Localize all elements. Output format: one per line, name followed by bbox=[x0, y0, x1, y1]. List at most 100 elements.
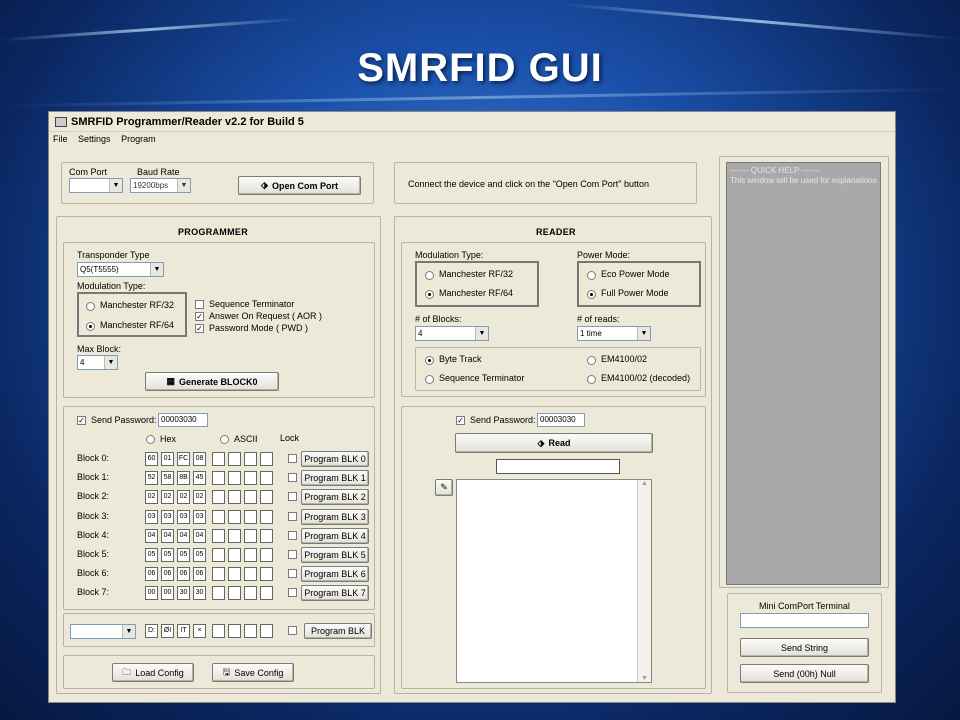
terminal-input[interactable] bbox=[740, 613, 869, 628]
lock-checkbox[interactable] bbox=[288, 569, 297, 579]
lock-checkbox[interactable] bbox=[288, 550, 297, 559]
block-ascii-byte[interactable] bbox=[244, 567, 257, 582]
menu-program[interactable]: Program bbox=[121, 134, 156, 144]
mod-rf32-radio[interactable] bbox=[86, 302, 95, 311]
program-block-button[interactable]: Program BLK 3 bbox=[301, 508, 369, 525]
send-string-button[interactable]: Send String bbox=[740, 638, 869, 657]
block-byte[interactable]: 52 bbox=[145, 471, 158, 486]
lock-checkbox[interactable] bbox=[288, 492, 297, 502]
block-byte[interactable]: 30 bbox=[193, 586, 206, 601]
block-ascii-byte[interactable] bbox=[228, 509, 241, 524]
reader-send-password-input[interactable]: 00003030 bbox=[537, 413, 585, 427]
block-ascii-byte[interactable] bbox=[260, 509, 273, 524]
block-ascii-byte[interactable] bbox=[228, 528, 241, 543]
program-block-button[interactable]: Program BLK 7 bbox=[301, 585, 369, 602]
num-blocks-select[interactable]: 4 ▼ bbox=[415, 326, 489, 341]
block-byte[interactable]: FC bbox=[177, 452, 190, 466]
custom-lock-byte[interactable] bbox=[244, 624, 257, 638]
block-ascii-byte[interactable] bbox=[212, 528, 225, 543]
block-ascii-byte[interactable] bbox=[244, 490, 257, 505]
program-block-button[interactable]: Program BLK 4 bbox=[301, 527, 369, 544]
block-byte[interactable]: 06 bbox=[145, 567, 158, 582]
block-ascii-byte[interactable] bbox=[244, 471, 257, 486]
block-ascii-byte[interactable] bbox=[212, 452, 225, 466]
block-ascii-byte[interactable] bbox=[228, 471, 241, 486]
custom-program-button[interactable]: Program BLK bbox=[304, 623, 372, 639]
block-byte[interactable]: 02 bbox=[177, 490, 190, 505]
block-byte[interactable]: 00 bbox=[145, 586, 158, 601]
generate-block0-button[interactable]: ▦ Generate BLOCK0 bbox=[145, 372, 279, 391]
eco-power-radio[interactable] bbox=[587, 271, 596, 280]
seq-terminator-radio[interactable] bbox=[425, 375, 434, 384]
lock-checkbox[interactable] bbox=[288, 588, 297, 598]
block-ascii-byte[interactable] bbox=[228, 567, 241, 582]
lock-checkbox[interactable] bbox=[288, 473, 297, 483]
block-byte[interactable]: 05 bbox=[145, 548, 158, 562]
send-password-checkbox[interactable]: ✓ bbox=[77, 416, 86, 425]
menu-file[interactable]: File bbox=[53, 134, 68, 144]
block-ascii-byte[interactable] bbox=[260, 567, 273, 582]
program-block-button[interactable]: Program BLK 0 bbox=[301, 451, 369, 467]
custom-byte[interactable]: IT bbox=[177, 624, 190, 638]
lock-checkbox[interactable] bbox=[288, 530, 297, 540]
custom-lock-byte[interactable] bbox=[228, 624, 241, 638]
block-ascii-byte[interactable] bbox=[244, 586, 257, 601]
menu-settings[interactable]: Settings bbox=[78, 134, 111, 144]
scroll-down-icon[interactable]: ▼ bbox=[638, 675, 651, 682]
window-titlebar[interactable]: SMRFID Programmer/Reader v2.2 for Build … bbox=[49, 112, 895, 132]
block-byte[interactable]: 04 bbox=[177, 528, 190, 543]
block-ascii-byte[interactable] bbox=[260, 528, 273, 543]
program-block-button[interactable]: Program BLK 1 bbox=[301, 470, 369, 487]
pwd-checkbox[interactable]: ✓ bbox=[195, 324, 204, 333]
block-byte[interactable]: 06 bbox=[177, 567, 190, 582]
block-byte[interactable]: 05 bbox=[193, 548, 206, 562]
block-byte[interactable]: 30 bbox=[177, 586, 190, 601]
clear-output-button[interactable]: ✎ bbox=[435, 479, 453, 496]
program-block-button[interactable]: Program BLK 5 bbox=[301, 547, 369, 563]
block-byte[interactable]: 04 bbox=[145, 528, 158, 543]
block-ascii-byte[interactable] bbox=[260, 586, 273, 601]
output-scrollbar[interactable]: ▲ ▼ bbox=[637, 480, 651, 682]
block-byte[interactable]: 01 bbox=[161, 452, 174, 466]
reader-mod-rf64-radio[interactable] bbox=[425, 290, 434, 299]
save-config-button[interactable]: 🖫 Save Config bbox=[212, 663, 294, 682]
block-ascii-byte[interactable] bbox=[244, 528, 257, 543]
block-byte[interactable]: 02 bbox=[145, 490, 158, 505]
block-byte[interactable]: 03 bbox=[161, 509, 174, 524]
load-config-button[interactable]: 🗀 Load Config bbox=[112, 663, 194, 682]
custom-lock-checkbox[interactable] bbox=[288, 626, 297, 635]
mod-rf64-radio[interactable] bbox=[86, 322, 95, 331]
hex-radio[interactable] bbox=[146, 435, 155, 444]
block-byte[interactable]: 45 bbox=[193, 471, 206, 486]
block-ascii-byte[interactable] bbox=[244, 452, 257, 466]
lock-checkbox[interactable] bbox=[288, 454, 297, 463]
open-com-port-button[interactable]: ⬗ Open Com Port bbox=[238, 176, 361, 195]
block-byte[interactable]: 04 bbox=[161, 528, 174, 543]
custom-byte[interactable]: ØI bbox=[161, 624, 174, 638]
block-byte[interactable]: 04 bbox=[193, 528, 206, 543]
block-ascii-byte[interactable] bbox=[228, 490, 241, 505]
program-block-button[interactable]: Program BLK 6 bbox=[301, 566, 369, 583]
byte-track-radio[interactable] bbox=[425, 356, 434, 365]
block-ascii-byte[interactable] bbox=[212, 567, 225, 582]
num-reads-select[interactable]: 1 time ▼ bbox=[577, 326, 651, 341]
block-byte[interactable]: 8B bbox=[177, 471, 190, 486]
sequence-terminator-checkbox[interactable] bbox=[195, 300, 204, 309]
block-ascii-byte[interactable] bbox=[212, 490, 225, 505]
read-result-field[interactable] bbox=[496, 459, 620, 474]
block-ascii-byte[interactable] bbox=[212, 509, 225, 524]
block-ascii-byte[interactable] bbox=[260, 548, 273, 562]
custom-lock-byte[interactable] bbox=[212, 624, 225, 638]
block-byte[interactable]: 08 bbox=[193, 452, 206, 466]
block-byte[interactable]: 02 bbox=[193, 490, 206, 505]
block-ascii-byte[interactable] bbox=[244, 509, 257, 524]
block-ascii-byte[interactable] bbox=[260, 471, 273, 486]
reader-mod-rf32-radio[interactable] bbox=[425, 271, 434, 280]
block-byte[interactable]: 00 bbox=[161, 586, 174, 601]
block-ascii-byte[interactable] bbox=[260, 490, 273, 505]
block-byte[interactable]: 02 bbox=[161, 490, 174, 505]
send-password-input[interactable]: 00003030 bbox=[158, 413, 208, 427]
block-byte[interactable]: 60 bbox=[145, 452, 158, 466]
send-null-button[interactable]: Send (00h) Null bbox=[740, 664, 869, 683]
read-button[interactable]: ⬗ Read bbox=[455, 433, 653, 453]
